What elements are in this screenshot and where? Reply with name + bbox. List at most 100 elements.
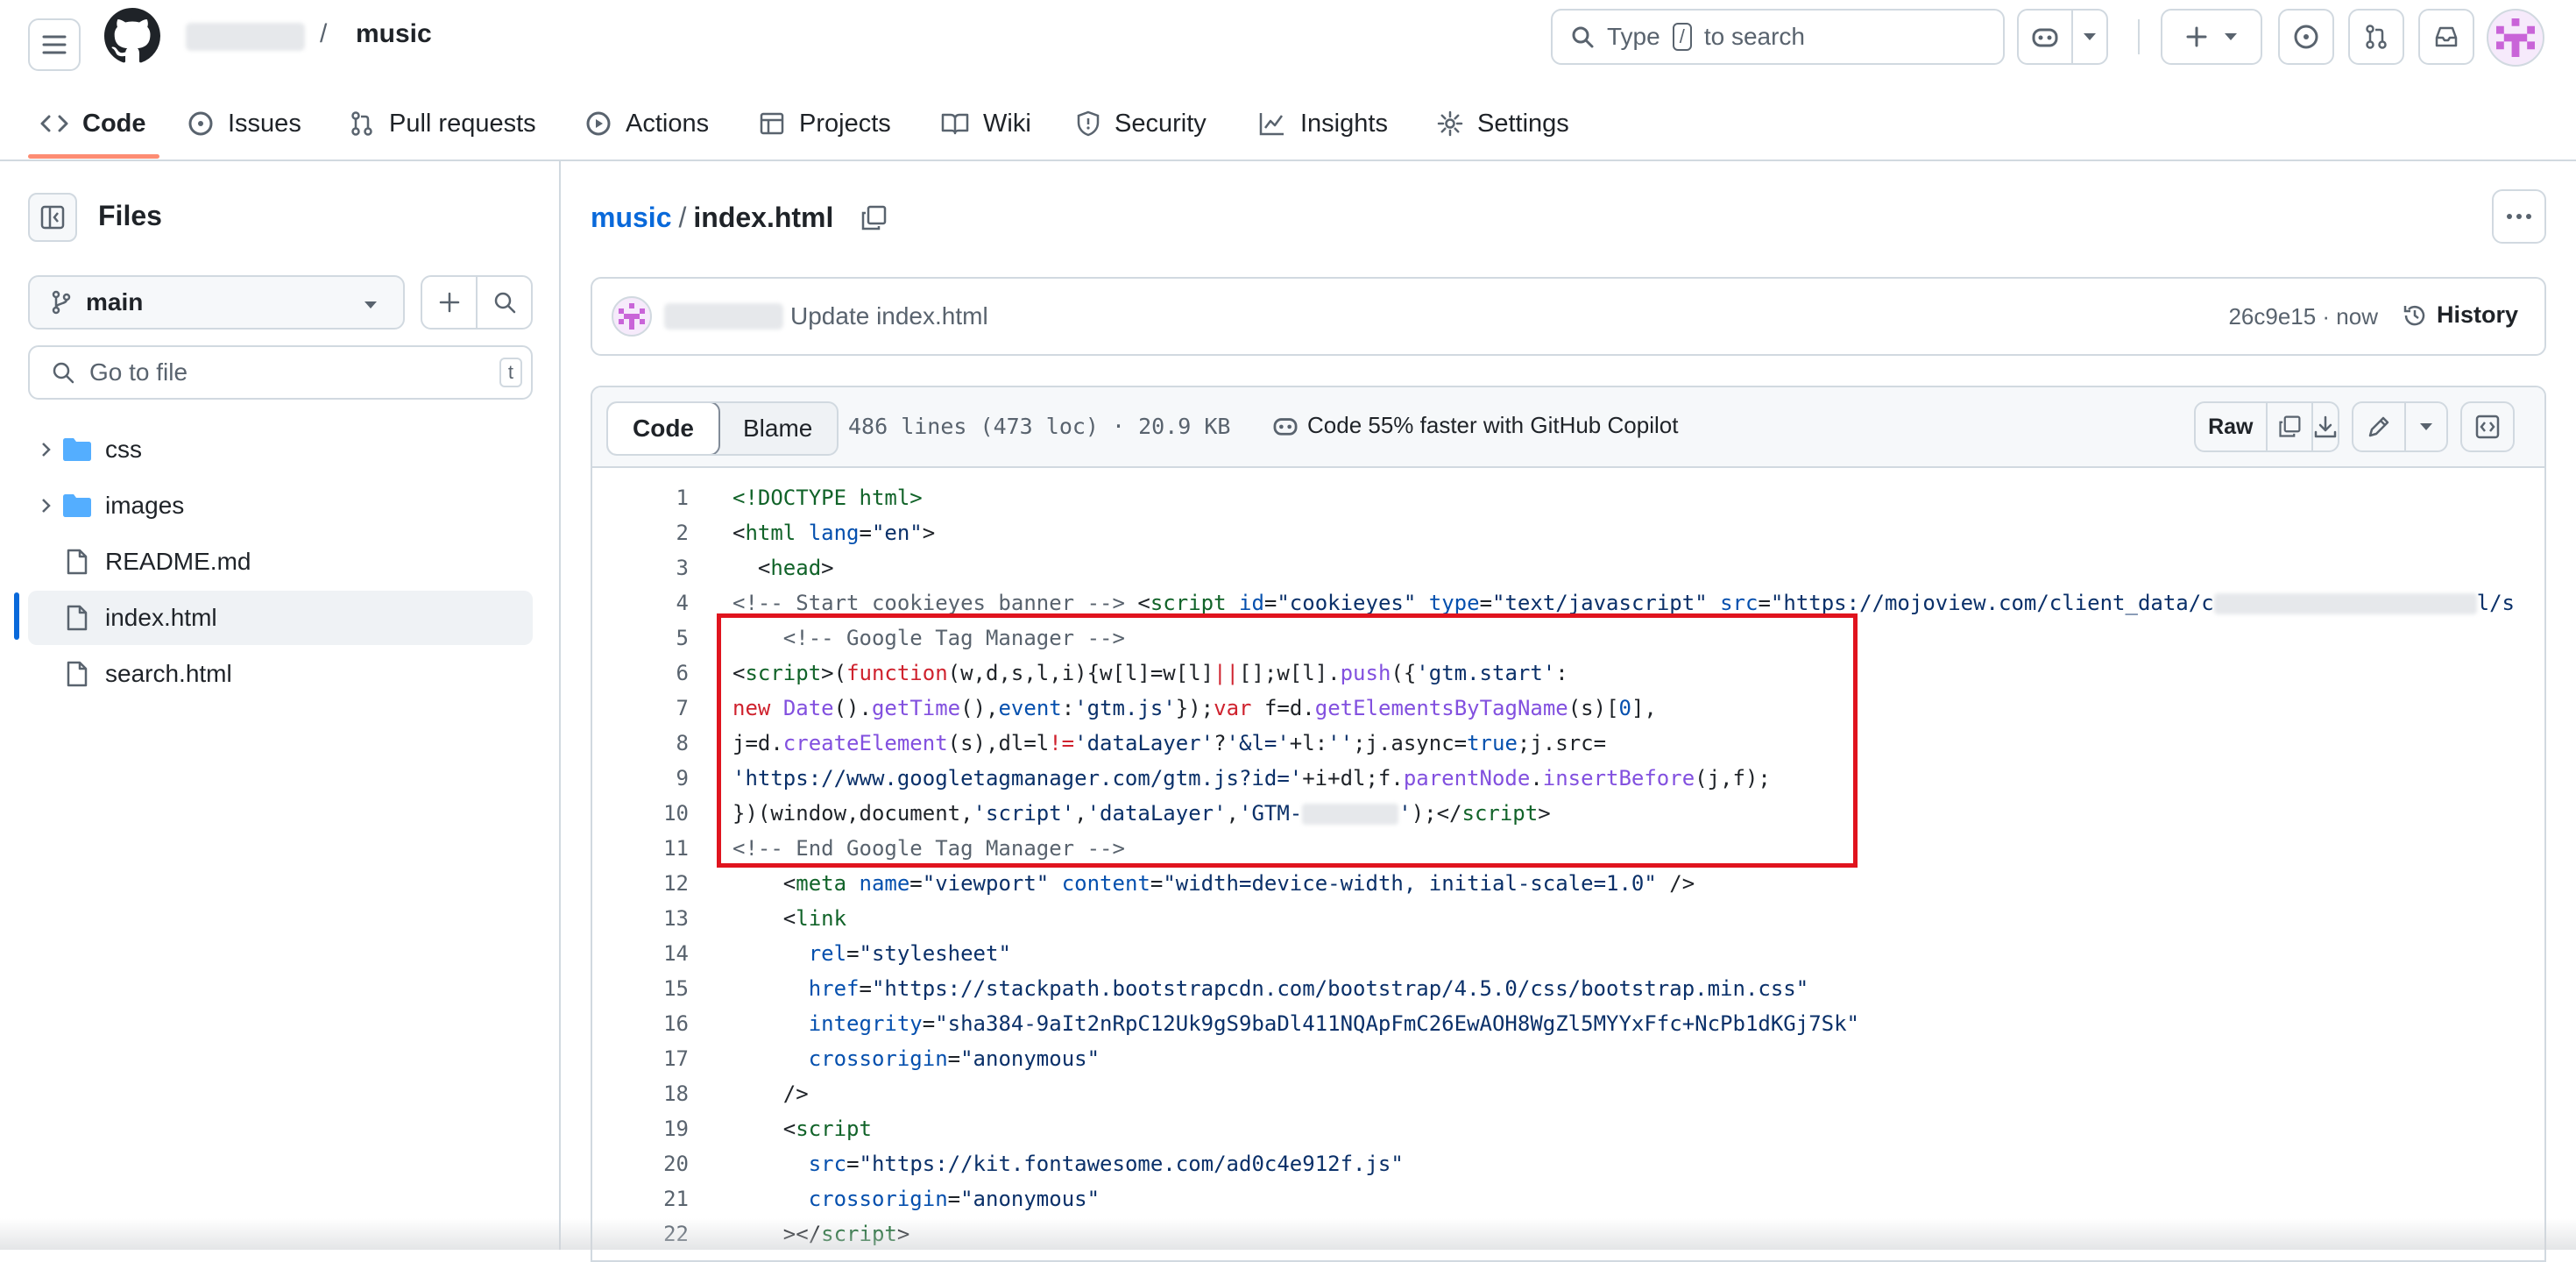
- tree-item-folder[interactable]: images: [28, 479, 533, 533]
- tree-item-file[interactable]: README.md: [28, 535, 533, 589]
- triangle-down-icon: [2419, 422, 2433, 431]
- tab-settings[interactable]: Settings: [1437, 88, 1569, 160]
- tree-item-file[interactable]: search.html: [28, 647, 533, 701]
- owner-name[interactable]: [186, 23, 305, 51]
- file-icon: [60, 549, 95, 575]
- issues-button[interactable]: [2278, 9, 2334, 65]
- add-file-button[interactable]: [422, 277, 478, 328]
- tab-code[interactable]: Code: [40, 88, 146, 160]
- tab-pull-requests[interactable]: Pull requests: [349, 88, 536, 160]
- search-shortcut-key: /: [1672, 23, 1692, 51]
- code-tab-button[interactable]: Code: [608, 403, 720, 454]
- copilot-promo-link[interactable]: Code 55% faster with GitHub Copilot: [1272, 412, 1678, 439]
- tab-wiki[interactable]: Wiki: [941, 88, 1031, 160]
- play-icon: [585, 110, 612, 137]
- download-icon: [2313, 415, 2338, 439]
- edit-file-button[interactable]: [2353, 403, 2404, 450]
- tab-label: Projects: [799, 109, 891, 138]
- file-info: 486 lines (473 loc) · 20.9 KB: [848, 414, 1231, 439]
- code-line: 16 integrity="sha384-9aIt2nRpC12Uk9gS9ba…: [592, 1006, 2544, 1041]
- line-number[interactable]: 21: [592, 1181, 689, 1216]
- symbols-panel-button[interactable]: [2460, 401, 2515, 452]
- copilot-dropdown-button[interactable]: [2073, 11, 2106, 63]
- line-number[interactable]: 1: [592, 480, 689, 515]
- line-number[interactable]: 4: [592, 585, 689, 620]
- sidebar-title: Files: [98, 200, 162, 231]
- tree-item-file-selected[interactable]: index.html: [28, 591, 533, 645]
- copy-path-icon[interactable]: [860, 204, 888, 232]
- line-number[interactable]: 12: [592, 866, 689, 901]
- avatar-identicon-icon: [619, 303, 645, 330]
- code-line: 1 <!DOCTYPE html>: [592, 480, 2544, 515]
- search-suffix: to search: [1703, 23, 1805, 50]
- download-button[interactable]: [2311, 403, 2338, 450]
- search-files-button[interactable]: [478, 277, 531, 328]
- tab-issues[interactable]: Issues: [188, 88, 301, 160]
- history-button[interactable]: History: [2402, 301, 2518, 329]
- line-number[interactable]: 7: [592, 691, 689, 726]
- search-input[interactable]: Type / to search: [1551, 9, 2005, 65]
- line-number[interactable]: 17: [592, 1041, 689, 1076]
- code-line: 13 <link: [592, 901, 2544, 936]
- commit-author-avatar[interactable]: [612, 296, 652, 337]
- copy-raw-button[interactable]: [2265, 403, 2311, 450]
- annotation-highlight-box: [717, 613, 1858, 868]
- edit-dropdown-button[interactable]: [2404, 403, 2446, 450]
- line-number[interactable]: 20: [592, 1146, 689, 1181]
- table-icon: [759, 110, 785, 137]
- tree-item-folder[interactable]: css: [28, 422, 533, 477]
- blame-tab-button[interactable]: Blame: [718, 403, 837, 454]
- tab-insights[interactable]: Insights: [1258, 88, 1388, 160]
- pencil-icon: [2367, 415, 2391, 439]
- code-line: 20 src="https://kit.fontawesome.com/ad0c…: [592, 1146, 2544, 1181]
- more-options-button[interactable]: [2492, 189, 2546, 244]
- line-number[interactable]: 18: [592, 1076, 689, 1111]
- search-prefix: Type: [1607, 23, 1660, 50]
- menu-button[interactable]: [28, 18, 81, 71]
- collapse-sidebar-button[interactable]: [28, 193, 77, 242]
- global-header: / music Type / to search: [0, 0, 2576, 74]
- line-number[interactable]: 13: [592, 901, 689, 936]
- line-number[interactable]: 15: [592, 971, 689, 1006]
- file-breadcrumb: music / index.html: [591, 202, 888, 234]
- tab-projects[interactable]: Projects: [759, 88, 891, 160]
- commit-sha-time[interactable]: 26c9e15 · now: [2228, 303, 2378, 330]
- go-to-file-input[interactable]: Go to file t: [28, 345, 533, 400]
- line-number[interactable]: 16: [592, 1006, 689, 1041]
- pull-requests-button[interactable]: [2348, 9, 2404, 65]
- line-number[interactable]: 8: [592, 726, 689, 761]
- tab-actions[interactable]: Actions: [585, 88, 709, 160]
- code-line: 15 href="https://stackpath.bootstrapcdn.…: [592, 971, 2544, 1006]
- copilot-button[interactable]: [2019, 11, 2073, 63]
- repo-name-link[interactable]: music: [356, 19, 432, 49]
- tab-label: Security: [1115, 109, 1207, 138]
- line-number[interactable]: 2: [592, 515, 689, 550]
- line-number[interactable]: 14: [592, 936, 689, 971]
- tab-label: Pull requests: [389, 109, 536, 138]
- chevron-right-icon: [33, 441, 60, 458]
- code-viewer-header: Code Blame 486 lines (473 loc) · 20.9 KB…: [592, 387, 2544, 468]
- triangle-down-icon: [2083, 32, 2097, 41]
- line-number[interactable]: 10: [592, 796, 689, 831]
- search-icon: [492, 290, 517, 315]
- github-logo-icon[interactable]: [103, 7, 161, 65]
- commit-message[interactable]: Update index.html: [790, 302, 988, 330]
- line-number[interactable]: 11: [592, 831, 689, 866]
- kebab-horizontal-icon: [2506, 213, 2532, 220]
- user-avatar[interactable]: [2487, 9, 2544, 67]
- git-branch-icon: [51, 290, 72, 315]
- tab-security[interactable]: Security: [1076, 88, 1207, 160]
- history-label: History: [2436, 301, 2518, 328]
- line-number[interactable]: 5: [592, 620, 689, 656]
- line-number[interactable]: 9: [592, 761, 689, 796]
- breadcrumb-repo-link[interactable]: music: [591, 202, 671, 234]
- branch-selector[interactable]: main: [28, 275, 405, 330]
- commit-author-name[interactable]: [664, 303, 783, 330]
- line-number[interactable]: 19: [592, 1111, 689, 1146]
- copilot-promo-text: Code 55% faster with GitHub Copilot: [1307, 412, 1679, 438]
- line-number[interactable]: 6: [592, 656, 689, 691]
- raw-button[interactable]: Raw: [2196, 403, 2266, 450]
- inbox-button[interactable]: [2418, 9, 2474, 65]
- line-number[interactable]: 3: [592, 550, 689, 585]
- create-new-button[interactable]: [2161, 9, 2262, 65]
